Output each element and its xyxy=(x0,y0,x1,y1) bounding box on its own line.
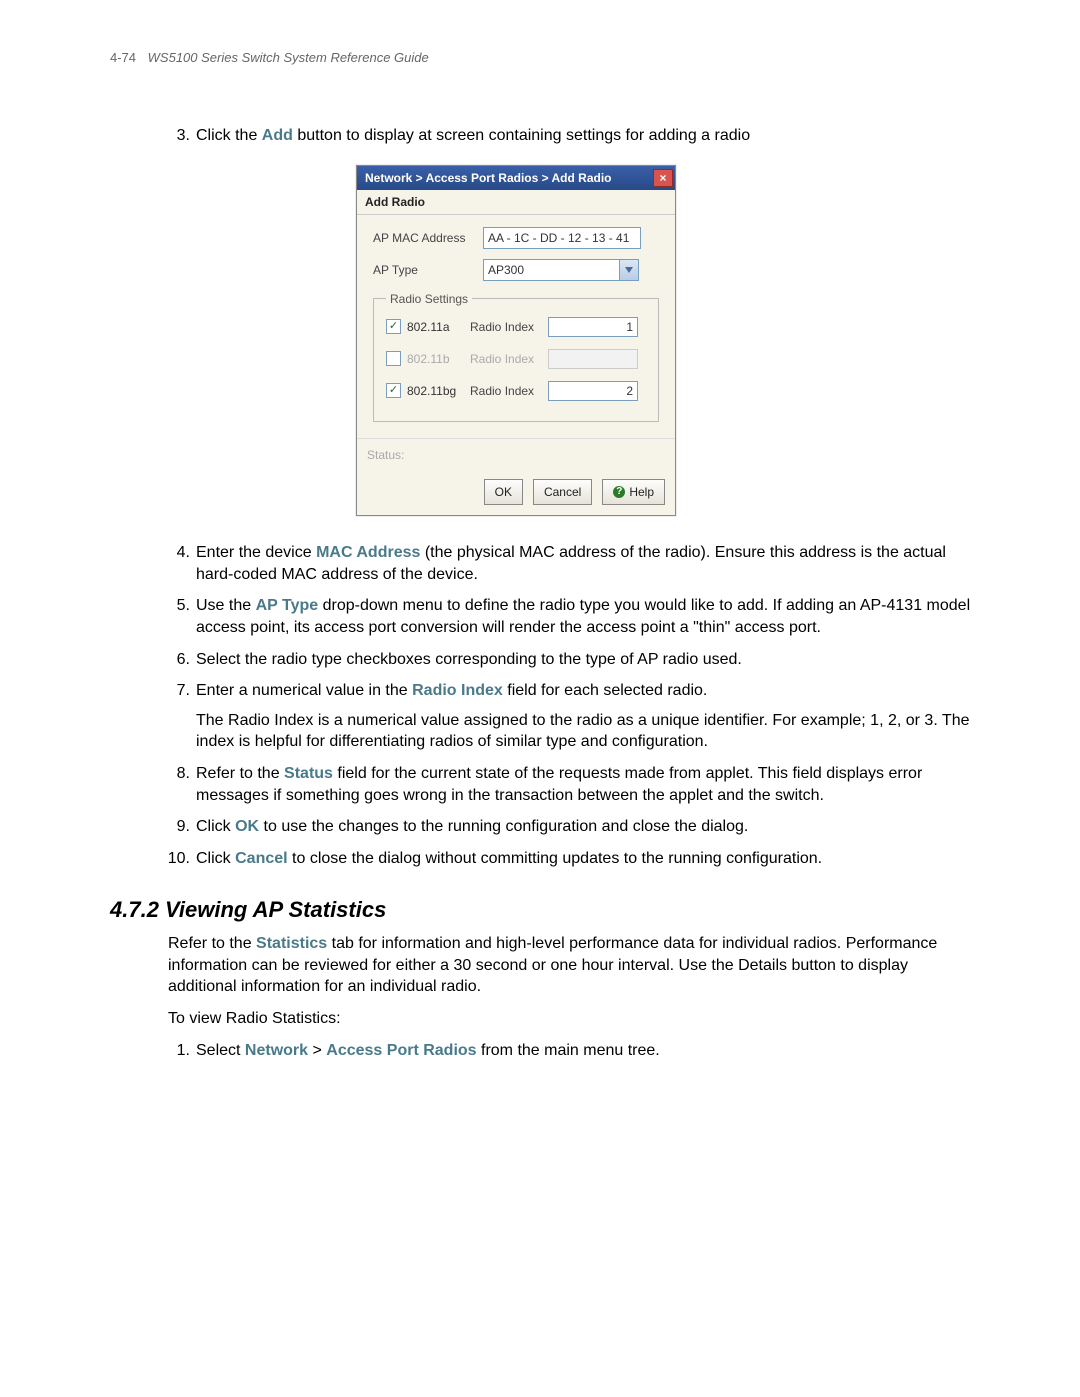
radio-index-label: Radio Index xyxy=(470,383,548,399)
checkbox-80211b[interactable] xyxy=(386,351,401,366)
radio-name-80211b: 802.11b xyxy=(407,351,450,367)
kw-cancel: Cancel xyxy=(235,850,287,867)
chevron-down-icon[interactable] xyxy=(619,260,638,280)
kw-statistics: Statistics xyxy=(256,935,327,952)
cancel-button[interactable]: Cancel xyxy=(533,479,592,505)
mac-address-label: AP MAC Address xyxy=(373,230,483,246)
radio-name-80211a: 802.11a xyxy=(407,319,450,335)
mac-address-field[interactable]: AA - 1C - DD - 12 - 13 - 41 xyxy=(483,227,641,249)
radio-row-80211a: 802.11a Radio Index 1 xyxy=(386,317,646,337)
radio-row-80211b: 802.11b Radio Index xyxy=(386,349,646,369)
dialog-subtitle: Add Radio xyxy=(357,190,675,215)
ap-type-label: AP Type xyxy=(373,262,483,278)
radio-index-80211bg[interactable]: 2 xyxy=(548,381,638,401)
step-6: 6. Select the radio type checkboxes corr… xyxy=(168,649,980,671)
checkbox-80211bg[interactable] xyxy=(386,383,401,398)
radio-index-80211b xyxy=(548,349,638,369)
checkbox-80211a[interactable] xyxy=(386,319,401,334)
ok-button[interactable]: OK xyxy=(484,479,523,505)
radio-row-80211bg: 802.11bg Radio Index 2 xyxy=(386,381,646,401)
ap-type-value: AP300 xyxy=(484,262,619,278)
section-step-1: 1. Select Network > Access Port Radios f… xyxy=(168,1040,980,1062)
kw-radio-index: Radio Index xyxy=(412,682,503,699)
status-label: Status: xyxy=(357,438,675,473)
step-8: 8. Refer to the Status field for the cur… xyxy=(168,763,980,806)
dialog-titlebar: Network > Access Port Radios > Add Radio… xyxy=(357,166,675,190)
radio-index-80211a[interactable]: 1 xyxy=(548,317,638,337)
radio-index-label: Radio Index xyxy=(470,351,548,367)
kw-add: Add xyxy=(262,127,293,144)
close-icon[interactable]: × xyxy=(653,169,673,187)
radio-index-label: Radio Index xyxy=(470,319,548,335)
kw-status: Status xyxy=(284,765,333,782)
ap-type-dropdown[interactable]: AP300 xyxy=(483,259,639,281)
help-button[interactable]: ? Help xyxy=(602,479,665,505)
kw-mac-address: MAC Address xyxy=(316,544,420,561)
step-7-extra: The Radio Index is a numerical value ass… xyxy=(196,710,980,753)
kw-ap-type: AP Type xyxy=(256,597,319,614)
kw-network: Network xyxy=(245,1042,308,1059)
page-number: 4-74 xyxy=(110,50,136,65)
page-header: 4-74 WS5100 Series Switch System Referen… xyxy=(110,50,980,65)
kw-ok: OK xyxy=(235,818,259,835)
step-3: 3. Click the Add button to display at sc… xyxy=(168,125,980,516)
dialog-breadcrumb: Network > Access Port Radios > Add Radio xyxy=(365,170,612,186)
radio-settings-legend: Radio Settings xyxy=(386,291,472,307)
kw-access-port-radios: Access Port Radios xyxy=(326,1042,476,1059)
add-radio-dialog-screenshot: Network > Access Port Radios > Add Radio… xyxy=(356,165,676,517)
step-7: 7. Enter a numerical value in the Radio … xyxy=(168,680,980,753)
help-icon: ? xyxy=(613,486,625,498)
doc-title: WS5100 Series Switch System Reference Gu… xyxy=(148,50,429,65)
step-10: 10. Click Cancel to close the dialog wit… xyxy=(168,848,980,870)
section-para-1: Refer to the Statistics tab for informat… xyxy=(168,933,980,998)
radio-settings-fieldset: Radio Settings 802.11a Radio Index 1 xyxy=(373,291,659,422)
section-para-2: To view Radio Statistics: xyxy=(168,1008,980,1030)
step-5: 5. Use the AP Type drop-down menu to def… xyxy=(168,595,980,638)
step-4: 4. Enter the device MAC Address (the phy… xyxy=(168,542,980,585)
step-9: 9. Click OK to use the changes to the ru… xyxy=(168,816,980,838)
section-title: 4.7.2 Viewing AP Statistics xyxy=(110,897,980,923)
radio-name-80211bg: 802.11bg xyxy=(407,383,456,399)
